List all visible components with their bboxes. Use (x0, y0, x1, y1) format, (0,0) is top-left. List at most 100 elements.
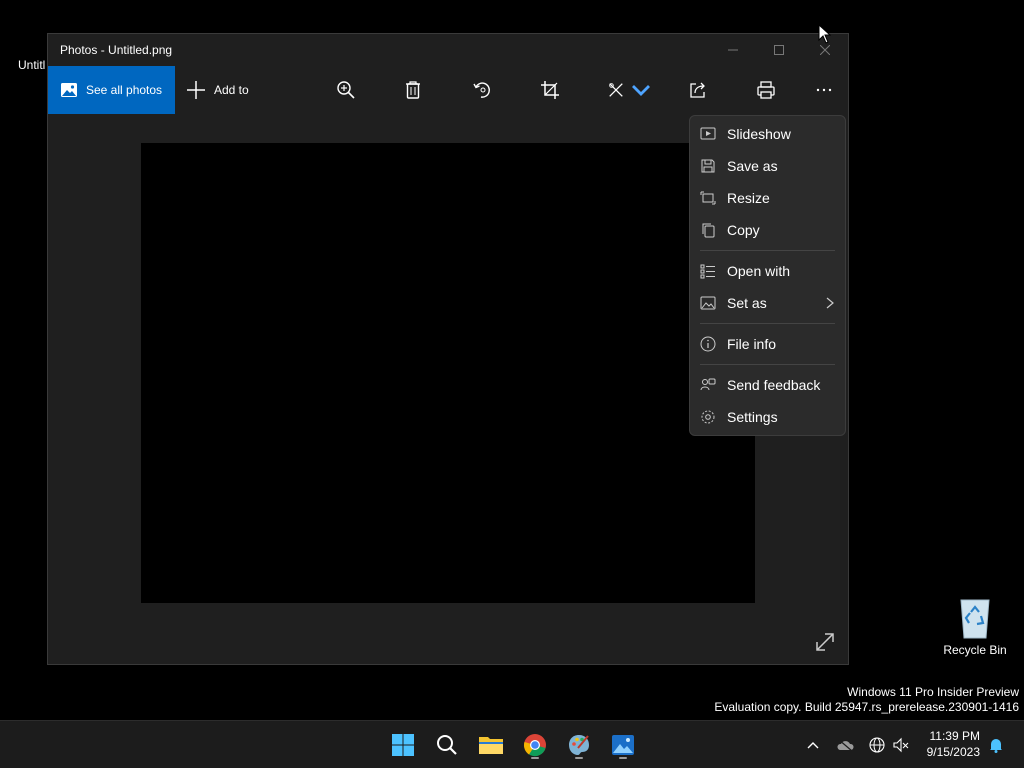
plus-icon (187, 81, 205, 99)
chrome-button[interactable] (519, 729, 551, 761)
system-clock[interactable]: 11:39 PM 9/15/2023 (927, 728, 980, 760)
more-options-button[interactable] (804, 66, 844, 114)
delete-button[interactable] (393, 66, 433, 114)
open-with-icon (700, 264, 715, 279)
window-title: Photos - Untitled.png (60, 43, 173, 57)
toolbar: See all photos Add to (48, 66, 848, 114)
print-button[interactable] (746, 66, 786, 114)
share-icon (690, 82, 705, 98)
show-hidden-icons-button[interactable] (802, 729, 824, 761)
menu-item-label: Slideshow (727, 126, 791, 142)
edit-icon (609, 83, 623, 97)
volume-muted-icon (893, 737, 909, 753)
fullscreen-icon[interactable] (813, 630, 837, 654)
notifications-button[interactable] (985, 729, 1007, 761)
menu-item-send-feedback[interactable]: Send feedback (690, 369, 845, 401)
running-indicator (575, 757, 583, 759)
chevron-right-icon (826, 297, 834, 309)
menu-item-label: Send feedback (727, 377, 821, 393)
menu-item-file-info[interactable]: File info (690, 328, 845, 360)
menu-separator (700, 364, 835, 365)
file-explorer-button[interactable] (475, 729, 507, 761)
resize-icon (700, 191, 716, 205)
photos-icon (612, 735, 634, 755)
recycle-bin[interactable]: Recycle Bin (940, 596, 1010, 657)
minimize-icon (728, 49, 738, 51)
save-icon (701, 159, 715, 173)
file-explorer-icon (479, 737, 503, 754)
running-indicator (619, 757, 627, 759)
menu-item-label: Open with (727, 263, 791, 279)
menu-item-resize[interactable]: Resize (690, 182, 845, 214)
onedrive-icon (837, 738, 854, 752)
clock-date: 9/15/2023 (926, 745, 980, 759)
edit-button[interactable] (604, 66, 654, 114)
maximize-icon (774, 45, 784, 55)
rotate-button[interactable] (462, 66, 502, 114)
recycle-bin-label: Recycle Bin (943, 643, 1007, 657)
menu-item-set-as[interactable]: Set as (690, 287, 845, 319)
more-options-icon (816, 88, 832, 92)
zoom-in-icon (337, 81, 355, 99)
mouse-cursor-icon (818, 24, 832, 44)
menu-item-settings[interactable]: Settings (690, 401, 845, 433)
crop-button[interactable] (530, 66, 570, 114)
recycle-bin-icon (960, 599, 990, 639)
search-button[interactable] (431, 729, 463, 761)
start-icon (392, 734, 414, 756)
volume-button[interactable] (890, 729, 912, 761)
add-to-label: Add to (214, 83, 249, 97)
crop-icon (541, 81, 559, 99)
add-to-button[interactable]: Add to (186, 66, 249, 114)
menu-item-open-with[interactable]: Open with (690, 255, 845, 287)
menu-item-slideshow[interactable]: Slideshow (690, 118, 845, 150)
menu-item-label: Resize (727, 190, 770, 206)
network-button[interactable] (866, 729, 888, 761)
watermark-line-1: Windows 11 Pro Insider Preview (847, 685, 1019, 699)
clock-time: 11:39 PM (929, 729, 980, 743)
network-icon (869, 737, 885, 753)
menu-item-label: Settings (727, 409, 778, 425)
zoom-button[interactable] (326, 66, 366, 114)
delete-icon (406, 81, 420, 99)
copy-icon (702, 223, 715, 238)
desktop-file-label[interactable]: Untitl (18, 58, 45, 72)
menu-item-save-as[interactable]: Save as (690, 150, 845, 182)
menu-separator (700, 250, 835, 251)
notification-bell-icon (990, 739, 1002, 753)
menu-item-label: Copy (727, 222, 760, 238)
settings-icon (701, 410, 715, 424)
minimize-button[interactable] (710, 34, 756, 66)
watermark-line-2: Evaluation copy. Build 25947.rs_prerelea… (714, 700, 1019, 714)
menu-separator (700, 323, 835, 324)
search-icon (437, 735, 457, 755)
title-bar[interactable]: Photos - Untitled.png (48, 34, 848, 66)
print-icon (757, 81, 775, 99)
paint-button[interactable] (563, 729, 595, 761)
photos-button[interactable] (607, 729, 639, 761)
menu-item-label: Set as (727, 295, 767, 311)
chevron-up-icon (807, 742, 819, 749)
chevron-down-icon (632, 85, 650, 96)
share-button[interactable] (678, 66, 718, 114)
set-as-icon (700, 296, 716, 310)
slideshow-icon (700, 127, 716, 140)
menu-item-copy[interactable]: Copy (690, 214, 845, 246)
rotate-icon (473, 82, 490, 98)
onedrive-button[interactable] (834, 729, 856, 761)
info-icon (700, 336, 716, 352)
gallery-icon (61, 83, 77, 97)
close-icon (820, 45, 830, 55)
menu-item-label: Save as (727, 158, 778, 174)
see-all-photos-button[interactable]: See all photos (48, 66, 175, 114)
taskbar: 11:39 PM 9/15/2023 (0, 720, 1024, 768)
image-canvas[interactable] (141, 143, 755, 603)
menu-item-label: File info (727, 336, 777, 352)
start-button[interactable] (387, 729, 419, 761)
more-options-menu: Slideshow Save as Resize Copy Open with … (689, 115, 846, 436)
running-indicator (531, 757, 539, 759)
maximize-button[interactable] (756, 34, 802, 66)
feedback-icon (700, 378, 716, 391)
paint-icon (569, 735, 589, 755)
see-all-photos-label: See all photos (86, 83, 163, 97)
